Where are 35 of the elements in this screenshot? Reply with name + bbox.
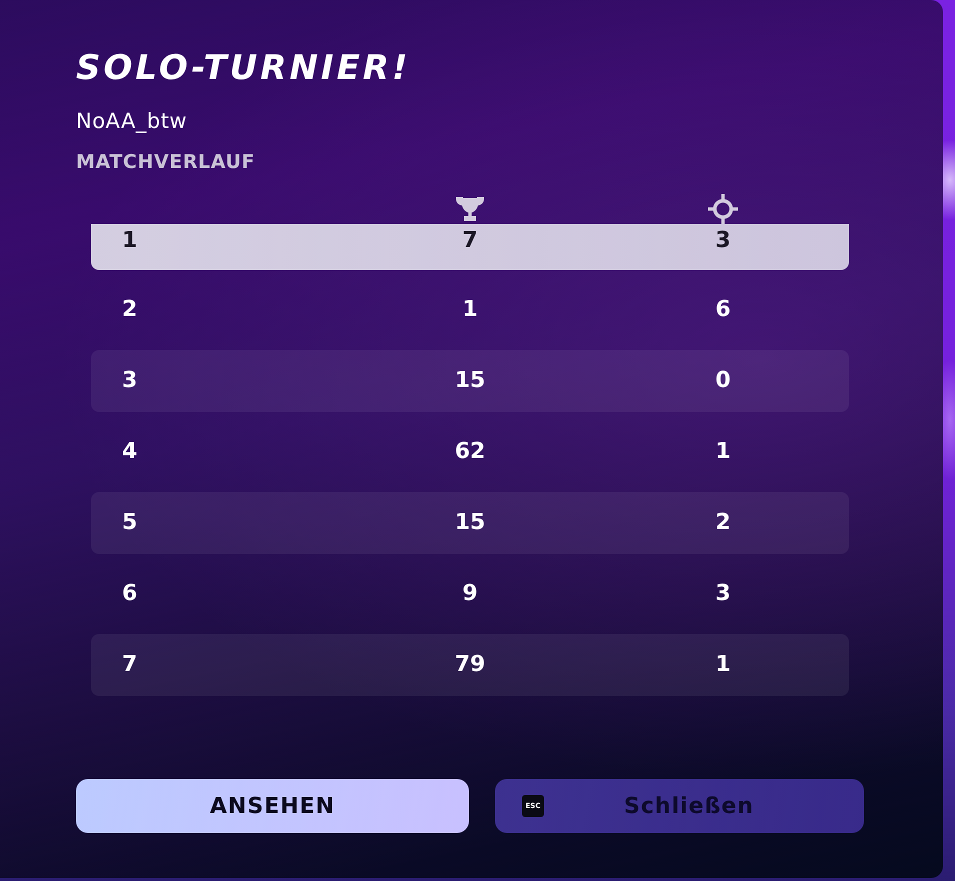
table-row[interactable]: 1 7 3 [91,224,849,270]
table-cell-text: 1 [714,439,732,465]
table-row[interactable]: 4 62 1 [91,421,849,483]
table-cell-text: 15 [454,510,486,536]
table-cell-text: 3 [714,228,732,254]
table-cell-text: 9 [461,581,479,607]
dialog-title: SOLO-TURNIER! [76,48,412,89]
table-cell-text: 1 [461,297,479,323]
table-cell-text: 79 [454,652,486,678]
table-cell-text: 6 [714,297,732,323]
table-cell-text: 4 [121,439,138,465]
table-row[interactable]: 5 15 2 [91,492,849,554]
table-cell-text: 7 [121,652,138,678]
table-row[interactable]: 3 15 0 [91,350,849,412]
table-cell-text: 5 [121,510,138,536]
table-cell-text: 15 [454,368,486,394]
table-cell-text: 2 [121,297,138,323]
player-name: NoAA_btw [76,108,188,135]
table-cell-text: 1 [714,652,732,678]
table-cell-text: 3 [714,581,732,607]
table-cell-text: 6 [121,581,138,607]
table-row[interactable]: 7 79 1 [91,634,849,696]
table-cell-text: 3 [121,368,138,394]
table-cell-text: 2 [714,510,732,536]
table-cell-text: 62 [454,439,486,465]
table-cell-text: 7 [461,228,479,254]
table-row[interactable]: 2 1 6 [91,279,849,341]
view-button[interactable]: ANSEHEN [76,779,469,833]
table-row[interactable]: 6 9 3 [91,563,849,625]
trophy-icon [455,196,485,222]
table-cell-text: 1 [121,228,138,254]
crosshair-icon [708,194,738,224]
button-label: Schließen [623,792,755,820]
table-cell-text: 0 [714,368,732,394]
section-heading: MATCHVERLAUF [76,150,256,175]
